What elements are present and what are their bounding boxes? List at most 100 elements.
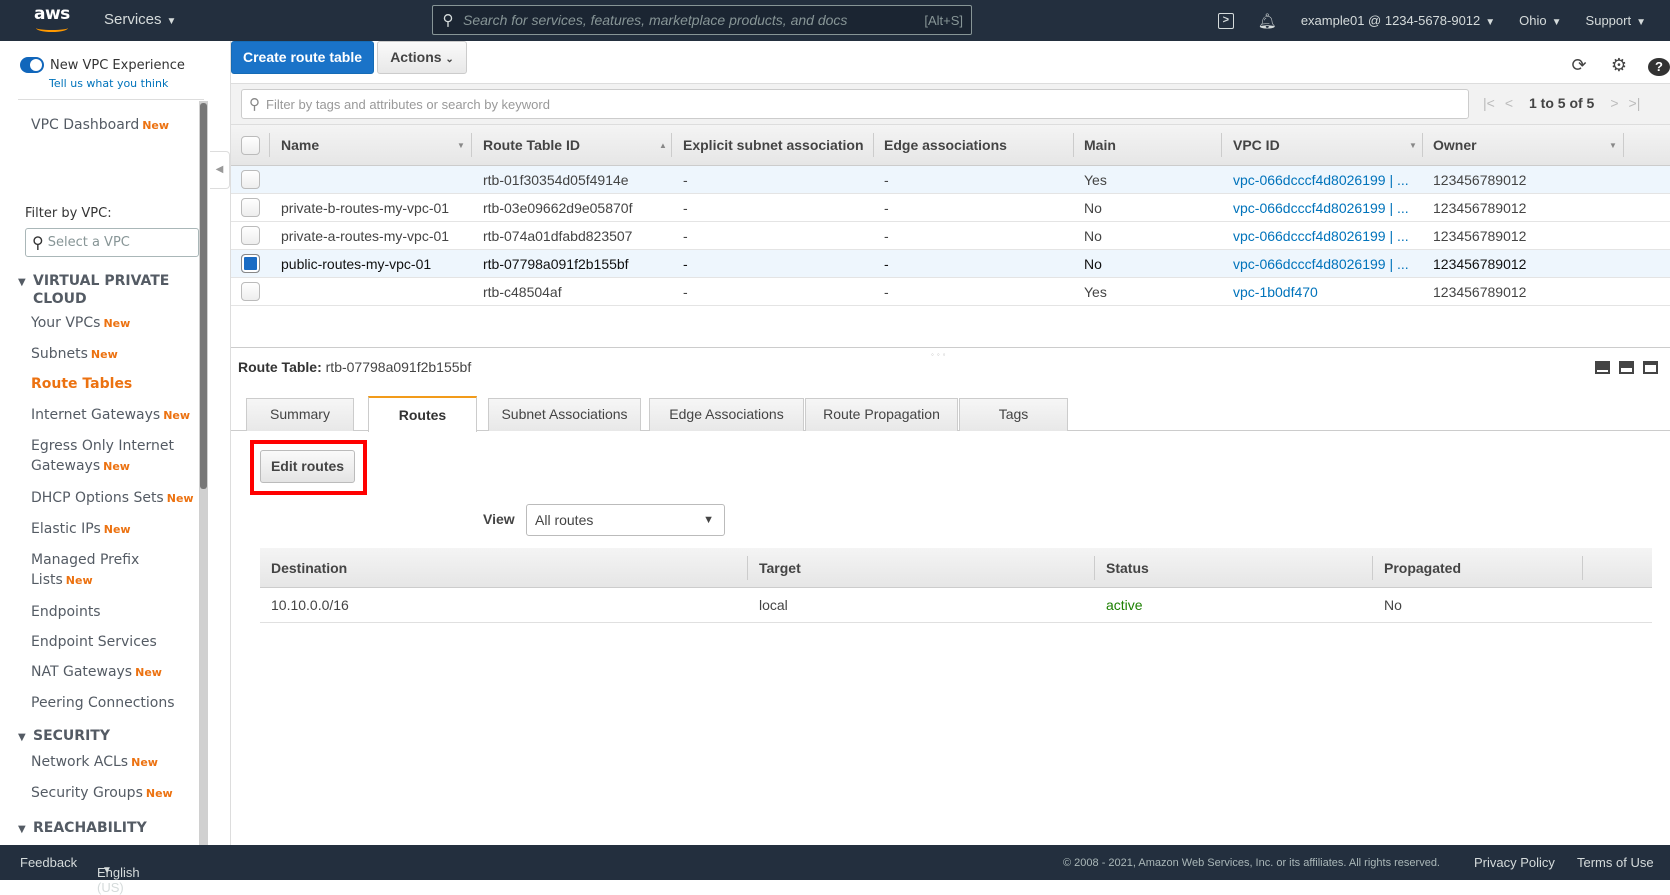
sidebar-item-security-groups[interactable]: Security Groups New	[31, 783, 173, 804]
tab-route-propagation[interactable]: Route Propagation	[805, 398, 958, 431]
table-row[interactable]: public-routes-my-vpc-01 rtb-07798a091f2b1…	[231, 250, 1670, 278]
sort-icon[interactable]: ▼	[457, 141, 465, 150]
search-icon: ⚲	[32, 233, 44, 252]
sidebar-item-elastic-ips[interactable]: Elastic IPs New	[31, 519, 131, 540]
sort-icon[interactable]: ▼	[1409, 141, 1417, 150]
column-separator	[671, 133, 672, 157]
resize-grip-icon[interactable]: ◦◦◦	[931, 350, 949, 359]
region-menu[interactable]: Ohio ▼	[1519, 13, 1561, 28]
tab-summary[interactable]: Summary	[246, 398, 354, 431]
first-page-icon[interactable]: |<	[1483, 95, 1495, 111]
footer: Feedback English (US) ▼ © 2008 - 2021, Am…	[0, 845, 1670, 895]
sidebar-item-network-acls[interactable]: Network ACLs New	[31, 752, 158, 773]
feedback-link[interactable]: Feedback	[20, 855, 77, 870]
column-header-target[interactable]: Target	[759, 548, 801, 587]
cell-main: No	[1084, 199, 1102, 216]
create-route-table-button[interactable]: Create route table	[231, 41, 374, 74]
column-header-route-table-id[interactable]: Route Table ID	[483, 125, 580, 165]
column-header-propagated[interactable]: Propagated	[1384, 548, 1461, 587]
sidebar-item-vpc-dashboard[interactable]: VPC Dashboard New	[31, 115, 169, 136]
actions-dropdown-button[interactable]: Actions ⌄	[377, 41, 467, 74]
last-page-icon[interactable]: >|	[1629, 95, 1641, 111]
row-checkbox[interactable]	[241, 198, 260, 217]
gear-icon[interactable]: ⚙	[1608, 55, 1630, 76]
column-header-main[interactable]: Main	[1084, 125, 1116, 165]
column-header-status[interactable]: Status	[1106, 548, 1149, 587]
view-routes-select[interactable]: All routes ▼	[526, 504, 725, 536]
tab-edge-associations[interactable]: Edge Associations	[649, 398, 804, 431]
cell-edge-associations: -	[884, 199, 889, 216]
sidebar-item-internet-gateways[interactable]: Internet Gateways New	[31, 405, 190, 426]
sidebar-item-your-vpcs[interactable]: Your VPCs New	[31, 313, 130, 334]
sidebar-item-managed-prefix-lists[interactable]: Managed Prefix Lists New	[31, 550, 139, 591]
filter-by-vpc-label: Filter by VPC:	[25, 206, 112, 221]
cell-vpc-id[interactable]: vpc-066dcccf4d8026199 | ...	[1233, 250, 1409, 277]
collapse-sidebar-button[interactable]: ◀	[210, 151, 230, 189]
column-header-destination[interactable]: Destination	[271, 548, 347, 587]
row-checkbox[interactable]	[241, 226, 260, 245]
vpc-filter-select[interactable]: ⚲ Select a VPC	[25, 228, 199, 257]
next-page-icon[interactable]: >	[1610, 95, 1618, 111]
row-checkbox[interactable]	[241, 282, 260, 301]
route-row: 10.10.0.0/16 local active No	[260, 588, 1652, 623]
sidebar-item-route-tables[interactable]: Route Tables	[31, 374, 132, 394]
column-header-vpc-id[interactable]: VPC ID	[1233, 125, 1280, 165]
edit-routes-button[interactable]: Edit routes	[260, 450, 355, 483]
account-menu[interactable]: example01 @ 1234-5678-9012 ▼	[1301, 13, 1495, 28]
support-menu[interactable]: Support ▼	[1586, 13, 1646, 28]
tab-tags[interactable]: Tags	[959, 398, 1068, 431]
sidebar-item-endpoints[interactable]: Endpoints	[31, 602, 101, 622]
pane-splitter[interactable]	[231, 347, 1670, 348]
cell-vpc-id[interactable]: vpc-066dcccf4d8026199 | ...	[1233, 194, 1409, 221]
privacy-policy-link[interactable]: Privacy Policy	[1474, 855, 1555, 870]
cell-name: private-a-routes-my-vpc-01	[281, 227, 450, 244]
sidebar-item-endpoint-services[interactable]: Endpoint Services	[31, 632, 157, 652]
table-filter-input[interactable]: ⚲ Filter by tags and attributes or search…	[241, 89, 1469, 119]
new-vpc-experience-toggle[interactable]	[20, 57, 44, 73]
table-row[interactable]: private-b-routes-my-vpc-01 rtb-03e09662d9…	[231, 194, 1670, 222]
cell-vpc-id[interactable]: vpc-066dcccf4d8026199 | ...	[1233, 166, 1409, 193]
cell-route-table-id: rtb-074a01dfabd823507	[483, 227, 633, 244]
section-reachability[interactable]: ▼ REACHABILITY	[18, 819, 147, 837]
section-virtual-private-cloud[interactable]: ▼ VIRTUAL PRIVATE CLOUD	[18, 272, 169, 308]
column-header-name[interactable]: Name	[281, 125, 319, 165]
refresh-icon[interactable]: ⟳	[1568, 55, 1590, 76]
sidebar-item-subnets[interactable]: Subnets New	[31, 344, 118, 365]
sidebar-item-nat-gateways[interactable]: NAT Gateways New	[31, 662, 162, 683]
pane-layout-small-icon[interactable]	[1595, 361, 1610, 374]
column-header-owner[interactable]: Owner	[1433, 125, 1477, 165]
tab-routes[interactable]: Routes	[368, 396, 477, 432]
row-checkbox[interactable]	[241, 254, 260, 273]
filter-bar: ⚲ Filter by tags and attributes or search…	[231, 83, 1670, 125]
sidebar-scrollbar-thumb[interactable]	[200, 103, 207, 489]
services-menu[interactable]: Services ▼	[104, 11, 176, 28]
prev-page-icon[interactable]: <	[1505, 95, 1513, 111]
caret-down-icon: ▼	[1636, 17, 1646, 28]
sort-ascending-icon[interactable]: ▲	[659, 141, 667, 150]
cell-vpc-id[interactable]: vpc-066dcccf4d8026199 | ...	[1233, 222, 1409, 249]
notifications-bell-icon[interactable]: 🔔︎	[1258, 12, 1277, 30]
global-search-input[interactable]: ⚲ Search for services, features, marketp…	[432, 5, 972, 35]
cell-vpc-id[interactable]: vpc-1b0df470	[1233, 278, 1318, 305]
cloudshell-icon[interactable]: >	[1217, 12, 1234, 29]
select-all-checkbox[interactable]	[241, 136, 260, 155]
column-separator	[747, 556, 748, 580]
pane-layout-large-icon[interactable]	[1643, 361, 1658, 374]
tell-us-link[interactable]: Tell us what you think	[49, 77, 168, 90]
row-checkbox[interactable]	[241, 170, 260, 189]
table-row[interactable]: rtb-01f30354d05f4914e - - Yes vpc-066dcccf4d…	[231, 166, 1670, 194]
table-row[interactable]: private-a-routes-my-vpc-01 rtb-074a01dfab…	[231, 222, 1670, 250]
section-security[interactable]: ▼ SECURITY	[18, 727, 110, 745]
table-row[interactable]: rtb-c48504af - - Yes vpc-1b0df470 12345678901…	[231, 278, 1670, 306]
sidebar-item-egress-only-internet-gateways[interactable]: Egress Only Internet Gateways New	[31, 436, 174, 477]
sort-icon[interactable]: ▼	[1609, 141, 1617, 150]
sidebar-item-peering-connections[interactable]: Peering Connections	[31, 693, 175, 713]
terms-of-use-link[interactable]: Terms of Use	[1577, 855, 1654, 870]
help-button[interactable]: ?	[1648, 55, 1670, 76]
column-header-edge-associations[interactable]: Edge associations	[884, 125, 1007, 165]
tab-subnet-associations[interactable]: Subnet Associations	[488, 398, 641, 431]
aws-logo[interactable]: aws	[34, 6, 74, 36]
sidebar-item-dhcp-options-sets[interactable]: DHCP Options Sets New	[31, 488, 194, 509]
column-header-explicit-subnet-association[interactable]: Explicit subnet association	[683, 125, 869, 165]
pane-layout-medium-icon[interactable]	[1619, 361, 1634, 374]
